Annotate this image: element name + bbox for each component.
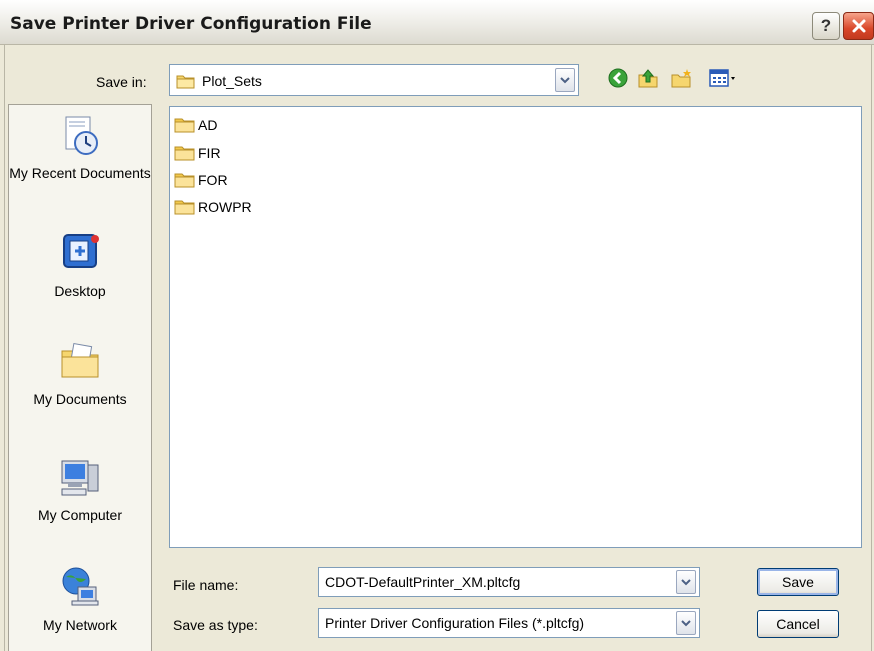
help-icon: ? <box>820 16 832 35</box>
file-name: ROWPR <box>198 199 252 215</box>
file-name: AD <box>198 117 218 133</box>
up-one-level-icon <box>638 69 658 88</box>
place-desktop[interactable]: Desktop <box>9 231 151 300</box>
file-name: FIR <box>198 145 221 161</box>
place-my-computer[interactable]: My Computer <box>9 455 151 524</box>
file-name: FOR <box>198 172 228 188</box>
list-item[interactable]: FIR <box>174 143 221 163</box>
file-name-field[interactable]: CDOT-DefaultPrinter_XM.pltcfg <box>318 567 700 597</box>
window-title: Save Printer Driver Configuration File <box>10 14 372 34</box>
my-network-icon <box>62 567 99 606</box>
save-in-label: Save in: <box>96 74 147 90</box>
folder-icon <box>176 75 195 89</box>
chevron-down-icon <box>681 579 691 586</box>
save-in-value: Plot_Sets <box>202 73 262 89</box>
create-new-folder-icon <box>671 69 691 88</box>
help-button[interactable]: ? <box>812 12 840 40</box>
folder-icon <box>174 173 195 188</box>
file-name-value: CDOT-DefaultPrinter_XM.pltcfg <box>325 574 521 590</box>
file-list[interactable]: AD FIR FOR ROWPR <box>169 106 862 548</box>
place-label: Desktop <box>54 283 106 299</box>
close-icon <box>852 19 865 33</box>
file-name-label: File name: <box>173 577 239 593</box>
places-bar: My Recent Documents Desktop My Documents… <box>8 104 152 651</box>
close-button[interactable] <box>843 12 874 40</box>
save-in-dropdown-button[interactable] <box>555 68 575 92</box>
list-item[interactable]: FOR <box>174 170 228 190</box>
folder-icon <box>174 200 195 215</box>
place-label: My Network <box>43 617 117 633</box>
recent-documents-icon <box>65 116 98 155</box>
my-documents-icon <box>61 343 99 378</box>
my-computer-icon <box>61 460 99 496</box>
save-as-type-select[interactable]: Printer Driver Configuration Files (*.pl… <box>318 608 700 638</box>
desktop-icon <box>63 234 99 268</box>
place-label: My Recent Documents <box>9 165 151 181</box>
up-one-level-button[interactable] <box>634 64 662 92</box>
save-as-type-dropdown-button[interactable] <box>676 611 696 635</box>
cancel-button[interactable]: Cancel <box>757 610 839 638</box>
view-menu-icon <box>709 69 735 87</box>
place-label: My Documents <box>33 391 127 407</box>
title-bar: Save Printer Driver Configuration File ? <box>0 0 874 45</box>
back-button[interactable] <box>604 64 632 92</box>
chevron-down-icon <box>681 620 691 627</box>
place-my-recent-documents[interactable]: My Recent Documents <box>9 113 151 182</box>
back-icon <box>608 68 628 88</box>
folder-icon <box>174 118 195 133</box>
folder-icon <box>174 146 195 161</box>
save-in-dropdown[interactable]: Plot_Sets <box>169 64 579 96</box>
place-label: My Computer <box>37 507 123 523</box>
create-new-folder-button[interactable] <box>668 64 696 92</box>
list-item[interactable]: ROWPR <box>174 197 252 217</box>
list-item[interactable]: AD <box>174 115 217 135</box>
place-my-documents[interactable]: My Documents <box>9 339 151 408</box>
view-menu-button[interactable] <box>706 64 742 92</box>
save-as-type-value: Printer Driver Configuration Files (*.pl… <box>325 615 585 631</box>
file-name-dropdown-button[interactable] <box>676 570 696 594</box>
save-button[interactable]: Save <box>757 568 839 596</box>
chevron-down-icon <box>560 77 570 84</box>
save-as-type-label: Save as type: <box>173 617 258 633</box>
place-my-network[interactable]: My Network <box>9 565 151 634</box>
